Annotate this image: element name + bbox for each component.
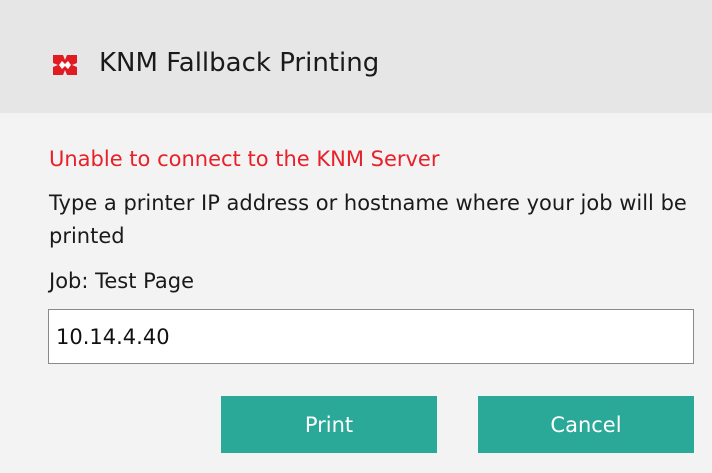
job-name-label: Job: Test Page: [49, 269, 194, 293]
printer-address-input[interactable]: [48, 309, 694, 364]
kyocera-logo-icon: [53, 55, 77, 75]
connection-error-message: Unable to connect to the KNM Server: [49, 147, 440, 171]
cancel-button[interactable]: Cancel: [478, 396, 694, 453]
fallback-printing-dialog: KNM Fallback Printing Unable to connect …: [0, 0, 712, 473]
dialog-header: KNM Fallback Printing: [0, 0, 712, 113]
print-button[interactable]: Print: [221, 396, 437, 453]
dialog-title: KNM Fallback Printing: [99, 48, 380, 78]
instructions-text: Type a printer IP address or hostname wh…: [49, 191, 687, 248]
